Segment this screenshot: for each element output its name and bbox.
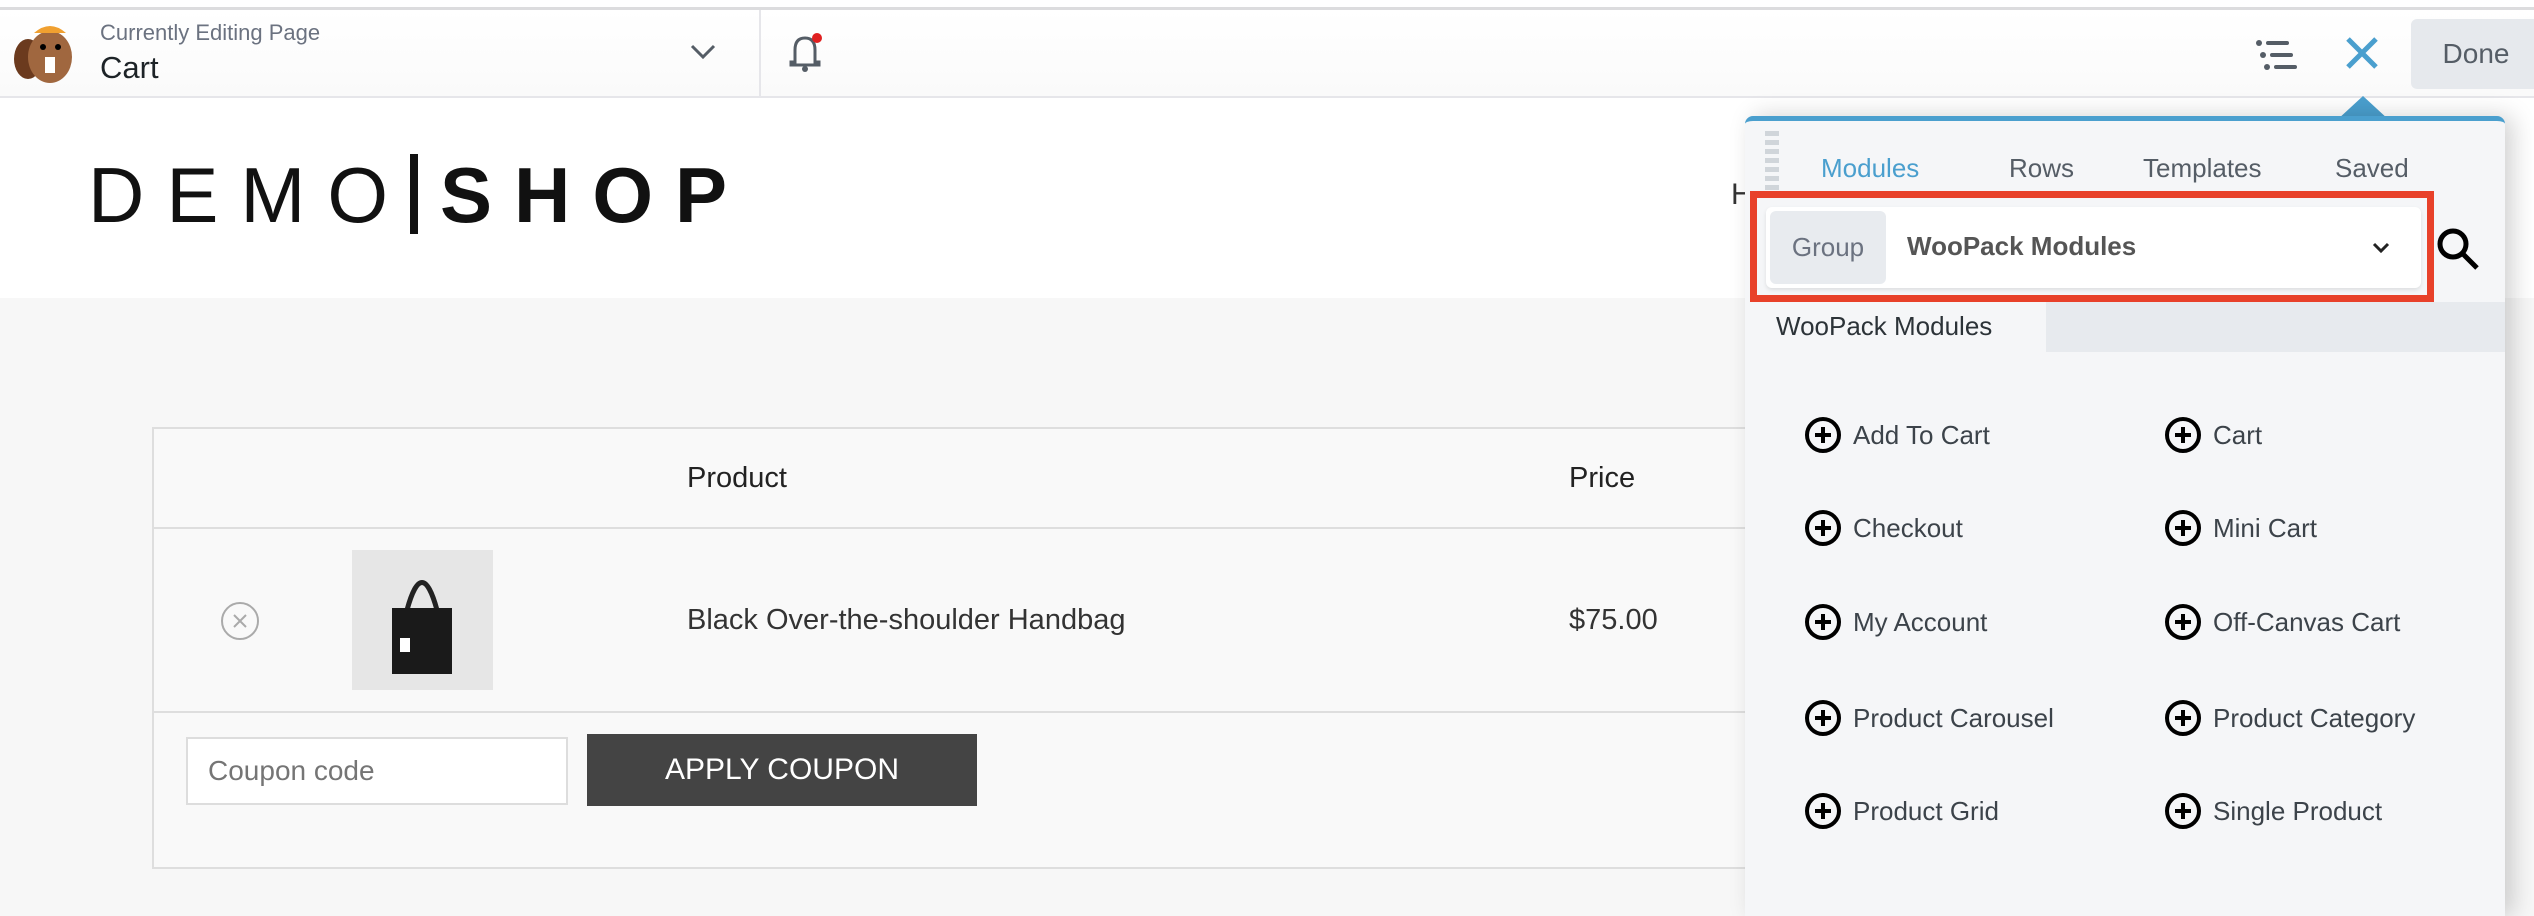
editing-label: Currently Editing Page [100,20,321,45]
cart-table: Product Price Black Over-the-shoulder Ha… [152,427,1852,869]
module-item[interactable]: Single Product [2165,793,2382,829]
group-value: WooPack Modules [1907,231,2137,261]
remove-item-icon[interactable] [220,601,260,641]
product-name-link[interactable]: Black Over-the-shoulder Handbag [687,604,1125,637]
module-label: Off-Canvas Cart [2213,606,2401,637]
logo-text-right: SHOP [440,151,750,239]
chevron-down-icon [2372,242,2390,254]
bell-icon[interactable] [785,30,825,76]
apply-coupon-button[interactable]: APPLY COUPON [587,734,977,806]
module-label: Product Category [2213,702,2416,733]
add-circle-icon [1805,417,1841,453]
add-circle-icon [2165,417,2201,453]
header-product: Product [687,462,787,494]
header-price: Price [1569,462,1636,494]
content-panel: Modules Rows Templates Saved WooPack Mod… [1745,116,2505,916]
section-title: WooPack Modules [1745,302,2046,352]
beaver-logo-icon [14,26,72,83]
module-item[interactable]: My Account [1805,604,1987,640]
module-label: Single Product [2213,795,2383,826]
module-label: Product Carousel [1853,702,2054,733]
logo-text-left: DEMO [88,151,410,239]
tab-templates[interactable]: Templates [2143,153,2262,184]
module-label: Mini Cart [2213,512,2318,543]
module-item[interactable]: Add To Cart [1805,417,1990,453]
tab-saved[interactable]: Saved [2335,153,2409,184]
table-row: Black Over-the-shoulder Handbag $75.00 [154,529,1850,713]
add-circle-icon [1805,604,1841,640]
module-label: Product Grid [1853,795,1999,826]
module-item[interactable]: Off-Canvas Cart [2165,604,2400,640]
close-icon[interactable] [2345,36,2379,70]
add-circle-icon [2165,793,2201,829]
add-circle-icon [1805,700,1841,736]
table-header-row: Product Price [154,429,1850,529]
module-item[interactable]: Cart [2165,417,2262,453]
add-circle-icon [2165,604,2201,640]
toolbar-divider [759,10,761,98]
logo-divider [410,154,418,234]
add-circle-icon [1805,510,1841,546]
group-select[interactable]: Group WooPack Modules [1766,207,2421,288]
tab-modules[interactable]: Modules [1821,153,1919,184]
module-item[interactable]: Mini Cart [2165,510,2317,546]
module-label: Cart [2213,419,2263,450]
module-item[interactable]: Product Grid [1805,793,1999,829]
site-logo[interactable]: DEMO SHOP [88,150,749,240]
product-price: $75.00 [1569,604,1658,636]
tab-rows[interactable]: Rows [2009,153,2074,184]
search-icon[interactable] [2435,226,2481,272]
module-item[interactable]: Checkout [1805,510,1963,546]
module-item[interactable]: Product Carousel [1805,700,2054,736]
group-label: Group [1770,211,1886,284]
module-item[interactable]: Product Category [2165,700,2415,736]
add-circle-icon [2165,510,2201,546]
add-circle-icon [1805,793,1841,829]
builder-toolbar: Currently Editing Page Cart Done [0,10,2534,98]
product-thumbnail[interactable] [352,550,493,690]
done-button[interactable]: Done [2411,19,2534,89]
drag-handle[interactable] [1765,131,1779,191]
add-circle-icon [2165,700,2201,736]
module-label: Checkout [1853,512,1963,543]
page-name[interactable]: Cart [100,50,159,86]
module-label: Add To Cart [1853,419,1990,450]
window-top-edge [0,0,2534,10]
coupon-code-input[interactable] [186,737,568,805]
outline-list-icon[interactable] [2255,38,2297,74]
module-label: My Account [1853,606,1988,637]
chevron-down-icon[interactable] [688,42,718,62]
